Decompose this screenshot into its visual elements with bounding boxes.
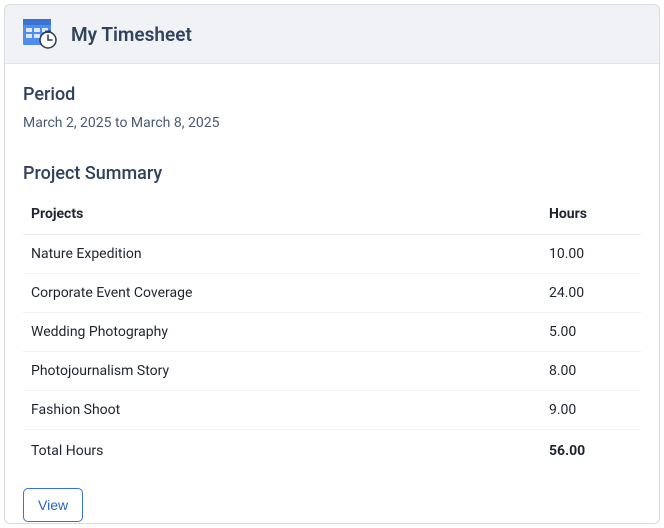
table-row: Nature Expedition 10.00 — [23, 235, 641, 274]
card-header: My Timesheet — [5, 5, 659, 64]
project-name: Corporate Event Coverage — [23, 274, 541, 313]
column-header-projects: Projects — [23, 194, 541, 235]
table-row: Wedding Photography 5.00 — [23, 313, 641, 352]
total-row: Total Hours 56.00 — [23, 430, 641, 471]
table-row: Fashion Shoot 9.00 — [23, 391, 641, 430]
view-button[interactable]: View — [23, 488, 83, 522]
project-hours: 9.00 — [541, 391, 641, 430]
page-title: My Timesheet — [71, 23, 192, 46]
project-hours: 5.00 — [541, 313, 641, 352]
summary-title: Project Summary — [23, 163, 641, 184]
period-label: Period — [23, 84, 641, 105]
column-header-hours: Hours — [541, 194, 641, 235]
project-name: Wedding Photography — [23, 313, 541, 352]
project-name: Nature Expedition — [23, 235, 541, 274]
project-hours: 8.00 — [541, 352, 641, 391]
table-row: Photojournalism Story 8.00 — [23, 352, 641, 391]
timesheet-icon — [23, 19, 57, 49]
project-hours: 24.00 — [541, 274, 641, 313]
total-hours: 56.00 — [541, 430, 641, 471]
table-row: Corporate Event Coverage 24.00 — [23, 274, 641, 313]
period-value: March 2, 2025 to March 8, 2025 — [23, 115, 641, 131]
project-hours: 10.00 — [541, 235, 641, 274]
project-name: Photojournalism Story — [23, 352, 541, 391]
project-name: Fashion Shoot — [23, 391, 541, 430]
card-body: Period March 2, 2025 to March 8, 2025 Pr… — [5, 64, 659, 524]
total-label: Total Hours — [23, 430, 541, 471]
timesheet-card: My Timesheet Period March 2, 2025 to Mar… — [4, 4, 660, 524]
project-summary-table: Projects Hours Nature Expedition 10.00 C… — [23, 194, 641, 470]
